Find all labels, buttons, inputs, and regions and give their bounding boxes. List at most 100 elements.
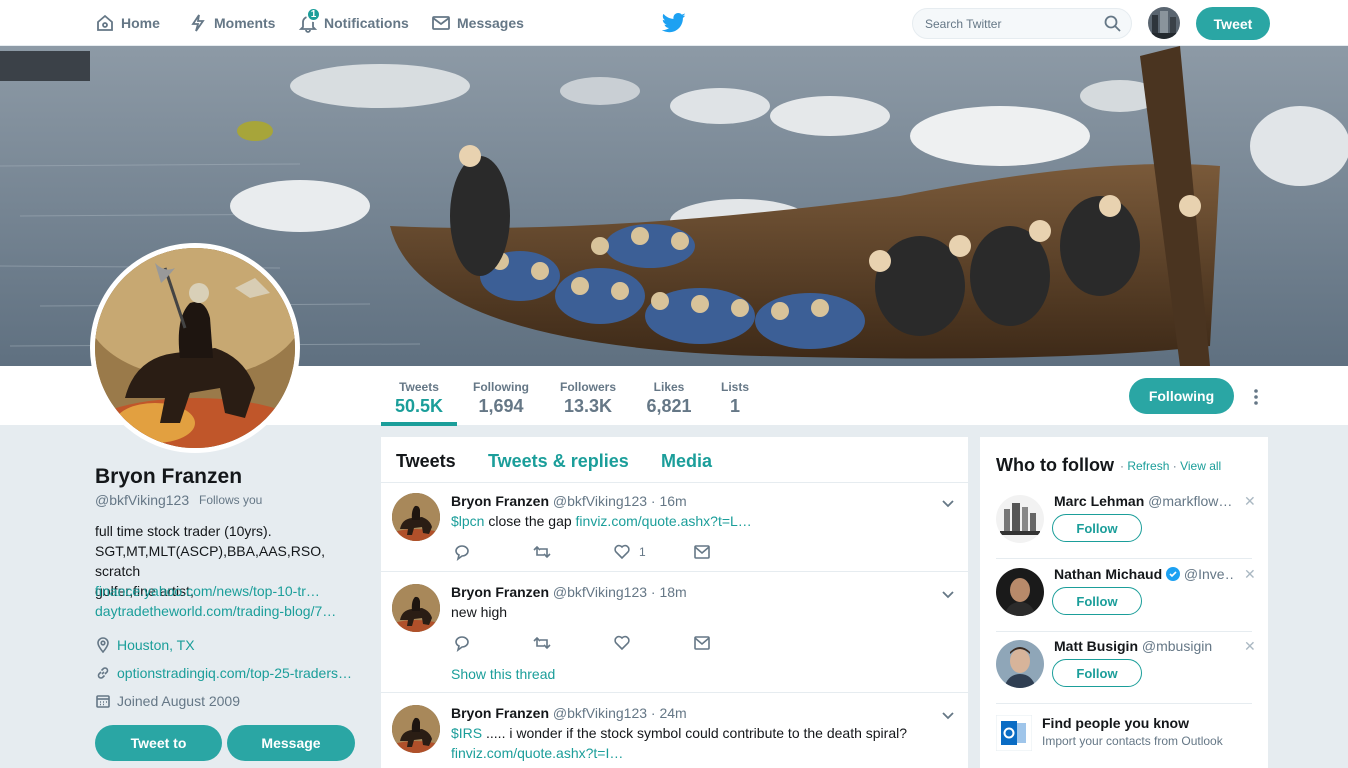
cashtag-link[interactable]: $IRS: [451, 725, 482, 741]
reply-icon: [455, 636, 469, 652]
nav-home[interactable]: Home: [95, 0, 160, 46]
dismiss-icon[interactable]: ✕: [1244, 638, 1256, 655]
tweet-to-button[interactable]: Tweet to: [95, 725, 222, 761]
tweet-handle-time[interactable]: @bkfViking123 · 24m: [553, 705, 687, 721]
more-options-icon[interactable]: [1250, 387, 1262, 407]
like-count: 1: [639, 545, 646, 559]
suggested-user[interactable]: Marc Lehman @markflow… Follow ✕: [996, 487, 1256, 559]
tweet-text: $lpcn close the gap finviz.com/quote.ash…: [451, 513, 752, 529]
retweet-icon: [533, 636, 551, 650]
stat-following[interactable]: Following 1,694: [466, 366, 536, 426]
suggested-user[interactable]: Matt Busigin @mbusigin Follow ✕: [996, 632, 1256, 704]
dm-action[interactable]: [693, 543, 711, 561]
notification-badge: 1: [306, 7, 321, 22]
tweet-item[interactable]: Bryon Franzen @bkfViking123 · 18m new hi…: [381, 572, 968, 693]
find-people-subtitle: Import your contacts from Outlook: [1042, 734, 1223, 748]
stat-tweets[interactable]: Tweets 50.5K: [381, 366, 457, 426]
home-icon: [97, 14, 113, 31]
twitter-bird-icon[interactable]: [662, 12, 686, 34]
profile-name[interactable]: Bryon Franzen: [95, 465, 242, 489]
follow-button[interactable]: Follow: [1052, 587, 1142, 615]
tweet-avatar[interactable]: [392, 584, 440, 632]
tweet-item[interactable]: Bryon Franzen @bkfViking123 · 24m $IRS .…: [381, 693, 968, 768]
tweet-handle-time[interactable]: @bkfViking123 · 16m: [553, 493, 687, 509]
tweet-avatar[interactable]: [392, 705, 440, 753]
follow-button[interactable]: Follow: [1052, 514, 1142, 542]
envelope-icon: [694, 636, 710, 650]
tab-tweets[interactable]: Tweets: [396, 451, 456, 472]
suggested-user[interactable]: Nathan Michaud @Inve… Follow ✕: [996, 560, 1256, 632]
profile-location: Houston, TX: [95, 636, 195, 654]
nav-notifications[interactable]: 1 Notifications: [298, 0, 409, 46]
tweet-item[interactable]: Bryon Franzen @bkfViking123 · 16m $lpcn …: [381, 483, 968, 572]
search-input[interactable]: [912, 8, 1132, 39]
reply-icon: [455, 545, 469, 561]
tweet-link[interactable]: finviz.com/quote.ashx?t=I…: [451, 745, 623, 761]
top-navigation: Home Moments 1 Notifications Messages Tw…: [0, 0, 1348, 46]
tweet-actions: 1: [453, 543, 753, 563]
tweet-author-name[interactable]: Bryon Franzen: [451, 493, 549, 509]
envelope-icon: [432, 16, 450, 30]
user-avatar[interactable]: [1148, 7, 1180, 39]
bio-link-daytrade[interactable]: daytradetheworld.com/trading-blog/7…: [95, 603, 336, 619]
search-icon[interactable]: [1104, 15, 1121, 32]
timeline: Tweets Tweets & replies Media Bryon Fran…: [381, 437, 968, 768]
chevron-down-icon[interactable]: [941, 590, 955, 600]
cashtag-link[interactable]: $lpcn: [451, 513, 484, 529]
reply-action[interactable]: [453, 634, 471, 652]
suggested-user-avatar[interactable]: [996, 568, 1044, 616]
tweet-actions: [453, 634, 753, 654]
following-button[interactable]: Following: [1129, 378, 1234, 414]
stat-lists[interactable]: Lists 1: [716, 366, 754, 426]
outlook-icon: [996, 715, 1032, 751]
tweet-handle-time[interactable]: @bkfViking123 · 18m: [553, 584, 687, 600]
retweet-icon: [533, 545, 551, 559]
who-to-follow-panel: Who to follow · Refresh · View all Marc …: [980, 437, 1268, 768]
heart-icon: [614, 544, 630, 560]
dm-action[interactable]: [693, 634, 711, 652]
location-pin-icon: [97, 637, 109, 653]
calendar-icon: [96, 695, 110, 708]
envelope-icon: [694, 545, 710, 559]
dismiss-icon[interactable]: ✕: [1244, 493, 1256, 510]
like-action[interactable]: [613, 634, 631, 652]
refresh-link[interactable]: Refresh: [1127, 459, 1169, 473]
suggested-user-avatar[interactable]: [996, 640, 1044, 688]
tweet-author-name[interactable]: Bryon Franzen: [451, 584, 549, 600]
tab-tweets-replies[interactable]: Tweets & replies: [488, 451, 629, 472]
follow-button[interactable]: Follow: [1052, 659, 1142, 687]
tab-media[interactable]: Media: [661, 451, 712, 472]
who-to-follow-title: Who to follow: [996, 455, 1114, 475]
view-all-link[interactable]: View all: [1180, 459, 1221, 473]
verified-badge-icon: [1166, 567, 1181, 581]
retweet-action[interactable]: [533, 634, 551, 652]
stat-likes[interactable]: Likes 6,821: [640, 366, 698, 426]
profile-website: optionstradingiq.com/top-25-traders…: [95, 664, 352, 682]
retweet-action[interactable]: [533, 543, 551, 561]
tweet-button[interactable]: Tweet: [1196, 7, 1270, 40]
find-people-title[interactable]: Find people you know: [1042, 715, 1189, 731]
dismiss-icon[interactable]: ✕: [1244, 566, 1256, 583]
heart-icon: [614, 635, 630, 651]
suggested-user-avatar[interactable]: [996, 495, 1044, 543]
chevron-down-icon[interactable]: [941, 499, 955, 509]
profile-handle[interactable]: @bkfViking123: [95, 492, 189, 508]
tweet-text: $IRS ..... i wonder if the stock symbol …: [451, 725, 908, 741]
chevron-down-icon[interactable]: [941, 711, 955, 721]
follows-you-label: Follows you: [199, 493, 263, 507]
tweet-author-name[interactable]: Bryon Franzen: [451, 705, 549, 721]
tweet-link[interactable]: finviz.com/quote.ashx?t=L…: [576, 513, 752, 529]
nav-moments[interactable]: Moments: [188, 0, 275, 46]
profile-avatar[interactable]: [90, 243, 300, 453]
reply-action[interactable]: [453, 543, 471, 561]
profile-joined: Joined August 2009: [95, 692, 240, 710]
tweet-avatar[interactable]: [392, 493, 440, 541]
timeline-tabs: Tweets Tweets & replies Media: [381, 437, 968, 483]
nav-messages[interactable]: Messages: [431, 0, 524, 46]
show-thread-link[interactable]: Show this thread: [451, 666, 555, 682]
bio-link-yahoo[interactable]: finance.yahoo.com/news/top-10-tr…: [95, 583, 320, 599]
message-button[interactable]: Message: [227, 725, 355, 761]
stat-followers[interactable]: Followers 13.3K: [553, 366, 623, 426]
like-action[interactable]: 1: [613, 543, 646, 561]
tweet-text: new high: [451, 604, 508, 620]
